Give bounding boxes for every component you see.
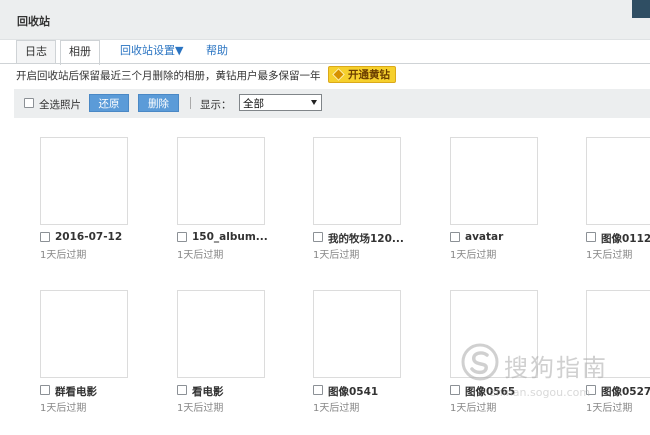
display-filter-select[interactable]: 全部 [239, 94, 322, 111]
photo-thumbnail[interactable] [586, 290, 650, 378]
display-label: 显示： [200, 99, 232, 111]
open-vip-button[interactable]: 开通黄钻 [328, 66, 396, 83]
photo-checkbox[interactable] [177, 232, 187, 242]
photo-expiry: 1天后过期 [40, 403, 87, 414]
photo-checkbox[interactable] [313, 385, 323, 395]
photo-expiry: 1天后过期 [313, 250, 360, 261]
window-title: 回收站 [17, 15, 50, 28]
photo-name: 图像0112 [601, 233, 650, 245]
delete-button[interactable]: 删除 [138, 94, 179, 112]
tab-diary[interactable]: 日志 [16, 40, 56, 64]
open-vip-label: 开通黄钻 [348, 69, 390, 81]
photo-expiry: 1天后过期 [177, 250, 224, 261]
select-all-checkbox[interactable] [24, 98, 34, 108]
photo-expiry: 1天后过期 [586, 403, 633, 414]
photo-name: 群看电影 [55, 386, 97, 398]
toolbar: 全选照片 还原 删除 显示： 全部 [14, 89, 650, 118]
photo-thumbnail[interactable] [450, 290, 538, 378]
photo-checkbox[interactable] [586, 232, 596, 242]
diamond-icon [332, 68, 345, 81]
window-corner [632, 0, 650, 18]
photo-expiry: 1天后过期 [450, 250, 497, 261]
photo-thumbnail[interactable] [586, 137, 650, 225]
photo-checkbox[interactable] [450, 232, 460, 242]
dropdown-arrow-icon [311, 100, 317, 105]
photo-name: 我的牧场120... [328, 233, 404, 245]
photo-thumbnail[interactable] [313, 290, 401, 378]
photo-thumbnail[interactable] [313, 137, 401, 225]
tab-recycle-settings[interactable]: 回收站设置▼ [120, 40, 183, 64]
photo-name: 2016-07-12 [55, 231, 123, 243]
photo-name: 看电影 [192, 386, 224, 398]
photo-checkbox[interactable] [313, 232, 323, 242]
photo-name: avatar [465, 231, 504, 243]
tab-bar: 日志 相册 回收站设置▼ 帮助 [0, 40, 650, 65]
photo-expiry: 1天后过期 [40, 250, 87, 261]
photo-name: 150_album... [192, 231, 268, 243]
photo-thumbnail[interactable] [177, 137, 265, 225]
photo-checkbox[interactable] [40, 385, 50, 395]
photo-thumbnail[interactable] [177, 290, 265, 378]
photo-thumbnail[interactable] [450, 137, 538, 225]
select-all-label[interactable]: 全选照片 [39, 97, 81, 112]
photo-thumbnail[interactable] [40, 290, 128, 378]
restore-button[interactable]: 还原 [89, 94, 129, 112]
tab-help[interactable]: 帮助 [206, 40, 228, 64]
photo-name: 图像0541 [328, 386, 379, 398]
photo-expiry: 1天后过期 [313, 403, 360, 414]
tab-divider [0, 63, 650, 64]
photo-name: 图像0565 [465, 386, 516, 398]
title-bar: 回收站 [0, 0, 650, 40]
retention-notice: 开启回收站后保留最近三个月删除的相册，黄钻用户最多保留一年 [16, 70, 321, 82]
photo-expiry: 1天后过期 [586, 250, 633, 261]
photo-checkbox[interactable] [177, 385, 187, 395]
photo-expiry: 1天后过期 [450, 403, 497, 414]
photo-checkbox[interactable] [450, 385, 460, 395]
toolbar-separator [190, 97, 191, 109]
tab-album[interactable]: 相册 [60, 40, 100, 65]
display-filter-value: 全部 [243, 98, 264, 110]
photo-thumbnail[interactable] [40, 137, 128, 225]
photo-checkbox[interactable] [586, 385, 596, 395]
photo-name: 图像0527 [601, 386, 650, 398]
photo-expiry: 1天后过期 [177, 403, 224, 414]
photo-checkbox[interactable] [40, 232, 50, 242]
